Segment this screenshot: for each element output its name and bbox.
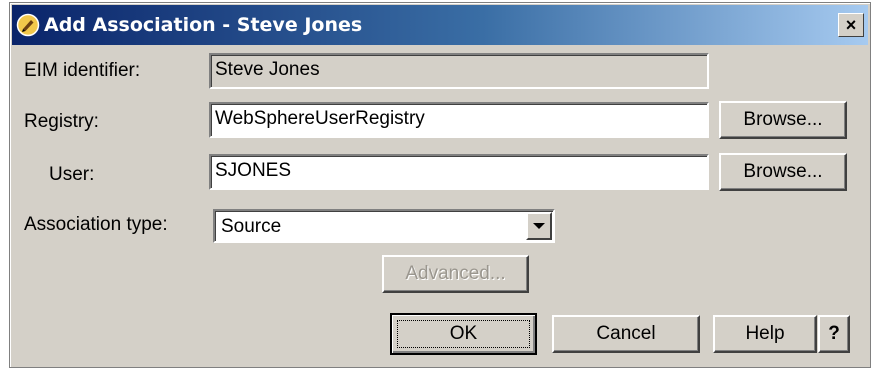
browse-registry-button[interactable]: Browse... bbox=[719, 101, 847, 139]
user-label: User: bbox=[49, 164, 95, 185]
association-type-select[interactable]: Source bbox=[213, 209, 555, 243]
user-input[interactable]: SJONES bbox=[209, 154, 709, 190]
registry-input[interactable]: WebSphereUserRegistry bbox=[209, 102, 709, 138]
advanced-button: Advanced... bbox=[382, 255, 529, 293]
window-title: Add Association - Steve Jones bbox=[44, 14, 363, 36]
iseries-navigator-icon bbox=[16, 13, 40, 37]
eim-identifier-field: Steve Jones bbox=[209, 53, 709, 89]
focus-ring bbox=[397, 320, 530, 348]
browse-user-button[interactable]: Browse... bbox=[719, 153, 847, 191]
add-association-dialog: Add Association - Steve Jones × EIM iden… bbox=[9, 2, 871, 368]
registry-label: Registry: bbox=[24, 111, 99, 132]
help-button[interactable]: Help bbox=[713, 315, 817, 353]
association-type-value: Source bbox=[221, 216, 282, 237]
whats-this-help-button[interactable]: ? bbox=[818, 315, 850, 353]
ok-button[interactable]: OK bbox=[390, 313, 537, 355]
dropdown-button[interactable] bbox=[526, 212, 552, 240]
title-bar[interactable]: Add Association - Steve Jones × bbox=[12, 5, 868, 45]
association-type-label: Association type: bbox=[24, 214, 168, 235]
close-button[interactable]: × bbox=[838, 13, 864, 37]
chevron-down-icon bbox=[533, 223, 545, 229]
cancel-button[interactable]: Cancel bbox=[552, 315, 700, 353]
eim-identifier-label: EIM identifier: bbox=[24, 60, 141, 81]
close-icon: × bbox=[845, 15, 857, 35]
